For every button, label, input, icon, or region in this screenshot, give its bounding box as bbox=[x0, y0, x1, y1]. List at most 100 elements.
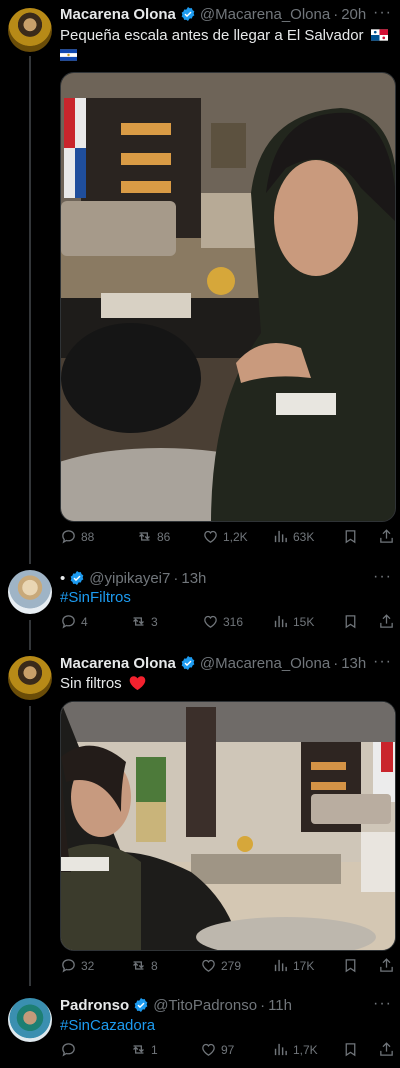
retweet-icon bbox=[133, 1045, 144, 1054]
share-icon bbox=[380, 958, 393, 972]
avatar[interactable] bbox=[8, 8, 52, 52]
heart-icon bbox=[204, 615, 217, 628]
tweet-text-content: Sin filtros bbox=[60, 675, 122, 692]
selfie-lobby-photo bbox=[61, 702, 395, 950]
timestamp[interactable]: 20h bbox=[341, 6, 366, 23]
views-button[interactable]: 1,7K bbox=[272, 1041, 318, 1058]
reply-count: 32 bbox=[81, 958, 95, 973]
retweet-icon bbox=[133, 617, 144, 626]
tweet-actions: 1 97 1,7K bbox=[60, 1041, 396, 1061]
views-chart-icon bbox=[274, 530, 287, 543]
reply-button[interactable]: 32 bbox=[60, 957, 94, 974]
retweet-icon bbox=[139, 532, 150, 541]
retweet-button[interactable]: 8 bbox=[130, 957, 158, 974]
share-icon bbox=[380, 614, 393, 628]
heart-icon bbox=[202, 959, 215, 972]
bookmark-button[interactable] bbox=[342, 957, 363, 974]
retweet-button[interactable]: 3 bbox=[130, 613, 158, 630]
reply-icon bbox=[62, 530, 75, 544]
separator-dot: · bbox=[173, 569, 179, 587]
more-options-icon[interactable]: ··· bbox=[373, 568, 392, 586]
views-button[interactable]: 17K bbox=[272, 957, 314, 974]
hashtag-link[interactable]: #SinFiltros bbox=[60, 588, 388, 608]
verified-badge-icon bbox=[70, 571, 84, 585]
bookmark-button[interactable] bbox=[342, 1041, 363, 1058]
more-options-icon[interactable]: ··· bbox=[373, 653, 392, 671]
like-button[interactable]: 97 bbox=[200, 1041, 234, 1058]
like-button[interactable]: 279 bbox=[200, 957, 241, 974]
tweet-text-content: Pequeña escala antes de llegar a El Salv… bbox=[60, 27, 364, 44]
display-name[interactable]: Macarena Olona bbox=[60, 655, 176, 672]
share-button[interactable] bbox=[378, 528, 399, 545]
share-icon bbox=[380, 529, 393, 543]
like-count: 1,2K bbox=[223, 529, 248, 544]
tweet-header: Padronso @TitoPadronso · 11h bbox=[60, 995, 390, 1015]
share-button[interactable] bbox=[378, 613, 399, 630]
tweet[interactable]: Padronso @TitoPadronso · 11h ··· #SinCaz… bbox=[0, 990, 400, 1068]
reply-button[interactable] bbox=[60, 1041, 81, 1058]
heart-icon bbox=[204, 530, 217, 543]
view-count: 15K bbox=[293, 614, 315, 629]
retweet-count: 8 bbox=[151, 958, 158, 973]
retweet-button[interactable]: 1 bbox=[130, 1041, 158, 1058]
like-button[interactable]: 1,2K bbox=[202, 528, 248, 545]
share-button[interactable] bbox=[378, 1041, 399, 1058]
view-count: 17K bbox=[293, 958, 315, 973]
views-button[interactable]: 63K bbox=[272, 528, 314, 545]
tweet-header: Macarena Olona @Macarena_Olona · 20h bbox=[60, 4, 390, 24]
retweet-count: 86 bbox=[157, 529, 171, 544]
share-button[interactable] bbox=[378, 957, 399, 974]
reply-count: 4 bbox=[81, 614, 88, 629]
retweet-count: 1 bbox=[151, 1042, 158, 1057]
display-name[interactable]: Macarena Olona bbox=[60, 6, 176, 23]
more-options-icon[interactable]: ··· bbox=[373, 4, 392, 22]
verified-badge-icon bbox=[181, 656, 195, 670]
user-handle[interactable]: @yipikayei7 bbox=[89, 570, 170, 587]
views-chart-icon bbox=[274, 1043, 287, 1056]
bookmark-icon bbox=[345, 959, 356, 973]
selfie-lobby-photo bbox=[61, 73, 395, 521]
timestamp[interactable]: 13h bbox=[341, 655, 366, 672]
like-count: 97 bbox=[221, 1042, 235, 1057]
panama-flag-icon bbox=[370, 29, 388, 41]
separator-dot: · bbox=[260, 996, 266, 1014]
timestamp[interactable]: 13h bbox=[181, 570, 206, 587]
timestamp[interactable]: 11h bbox=[268, 997, 292, 1014]
bookmark-icon bbox=[345, 530, 356, 544]
retweet-count: 3 bbox=[151, 614, 158, 629]
views-button[interactable]: 15K bbox=[272, 613, 314, 630]
view-count: 63K bbox=[293, 529, 315, 544]
bookmark-button[interactable] bbox=[342, 613, 363, 630]
tweet-photo[interactable] bbox=[60, 72, 396, 522]
avatar[interactable] bbox=[8, 570, 52, 614]
verified-badge-icon bbox=[134, 998, 148, 1012]
separator-dot: · bbox=[333, 654, 339, 672]
views-chart-icon bbox=[274, 959, 287, 972]
bookmark-icon bbox=[345, 1043, 356, 1057]
like-button[interactable]: 316 bbox=[202, 613, 243, 630]
tweet-photo[interactable] bbox=[60, 701, 396, 951]
reply-icon bbox=[62, 1043, 75, 1057]
tweet[interactable]: • @yipikayei7 · 13h ··· #SinFiltros 4 3 … bbox=[0, 560, 400, 650]
display-name[interactable]: Padronso bbox=[60, 997, 129, 1014]
reply-button[interactable]: 88 bbox=[60, 528, 94, 545]
like-count: 316 bbox=[223, 614, 244, 629]
retweet-button[interactable]: 86 bbox=[136, 528, 170, 545]
tweet-header: Macarena Olona @Macarena_Olona · 13h bbox=[60, 653, 390, 673]
reply-icon bbox=[62, 959, 75, 973]
avatar[interactable] bbox=[8, 656, 52, 700]
user-handle[interactable]: @TitoPadronso bbox=[153, 997, 257, 1014]
el-salvador-flag-icon bbox=[60, 49, 77, 61]
hashtag-link[interactable]: #SinCazadora bbox=[60, 1016, 388, 1036]
bookmark-button[interactable] bbox=[342, 528, 363, 545]
user-handle[interactable]: @Macarena_Olona bbox=[200, 655, 330, 672]
tweet-actions: 32 8 279 17K bbox=[60, 957, 396, 977]
more-options-icon[interactable]: ··· bbox=[373, 995, 392, 1013]
reply-button[interactable]: 4 bbox=[60, 613, 88, 630]
user-handle[interactable]: @Macarena_Olona bbox=[200, 6, 330, 23]
tweet[interactable]: Macarena Olona @Macarena_Olona · 13h ···… bbox=[0, 650, 400, 990]
share-icon bbox=[380, 1042, 393, 1056]
retweet-icon bbox=[133, 961, 144, 970]
tweet[interactable]: Macarena Olona @Macarena_Olona · 20h ···… bbox=[0, 0, 400, 560]
avatar[interactable] bbox=[8, 998, 52, 1042]
